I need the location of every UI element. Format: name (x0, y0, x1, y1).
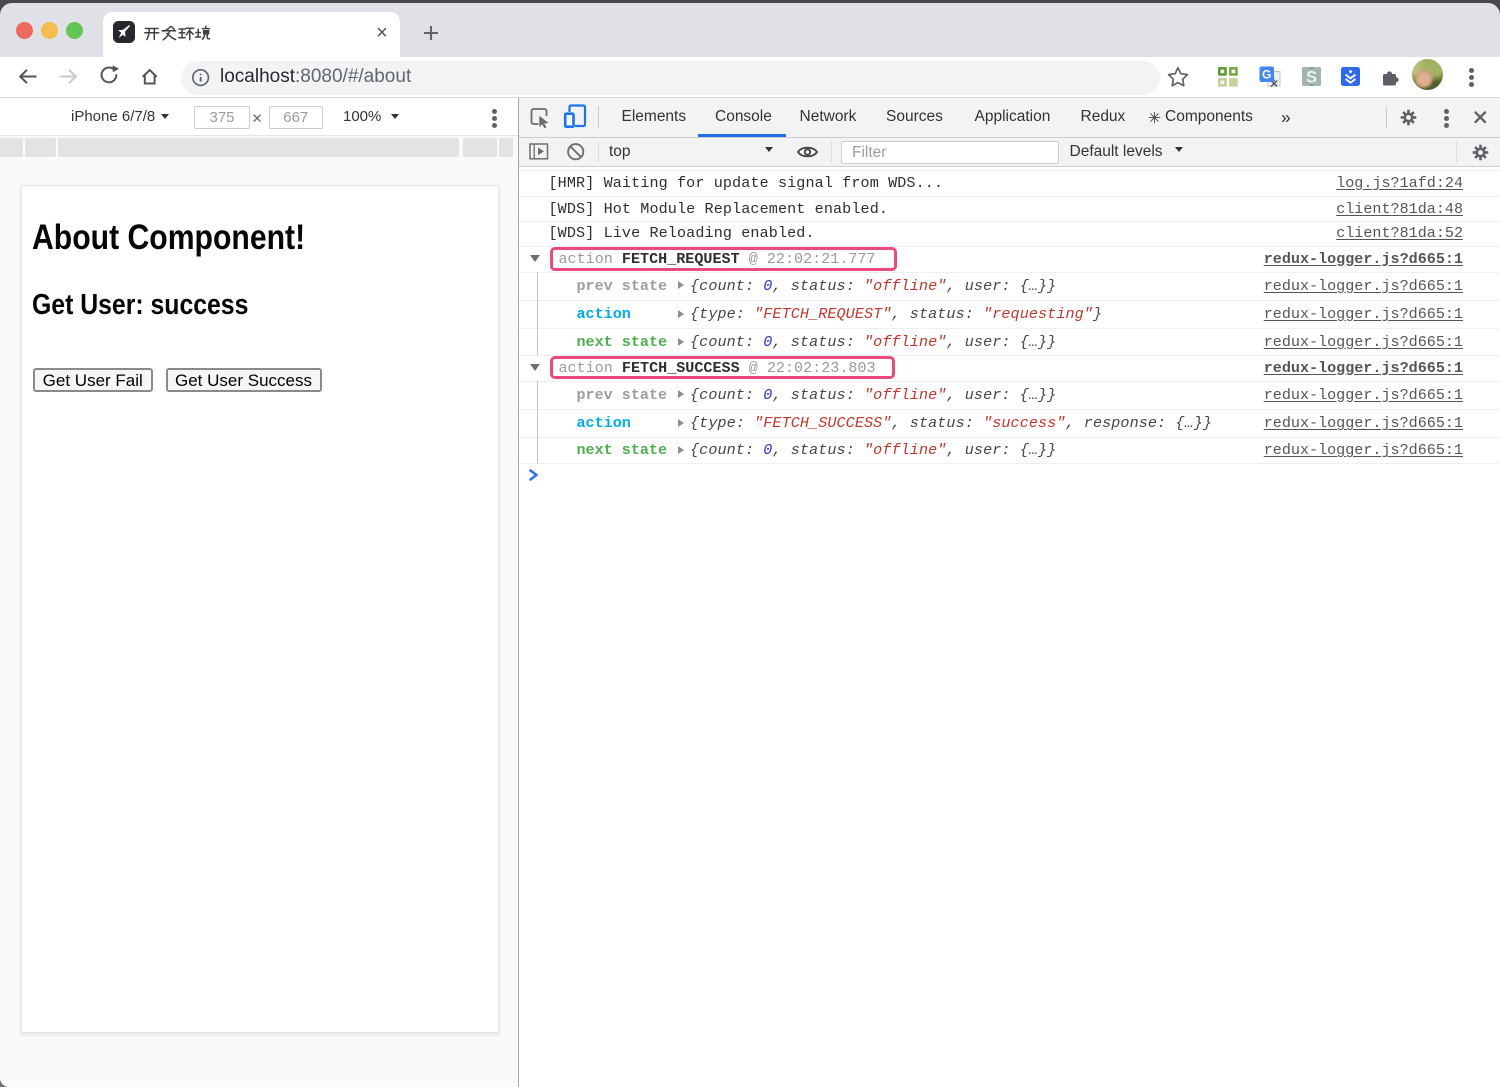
svg-text:G: G (1262, 68, 1271, 82)
svg-text:S: S (1305, 68, 1316, 86)
